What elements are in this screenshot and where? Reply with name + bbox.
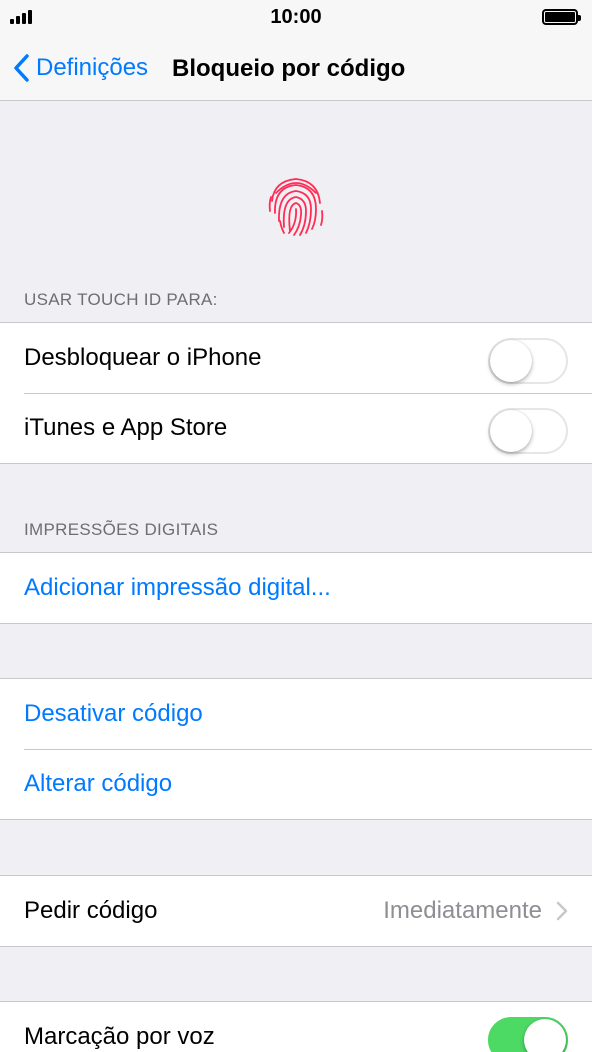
page-title: Bloqueio por código (172, 55, 406, 82)
back-button-label: Definições (36, 54, 149, 81)
require-passcode-label: Pedir código (24, 897, 158, 924)
voice-dial-row: Marcação por voz (0, 1002, 592, 1052)
voice-dial-toggle[interactable] (488, 1017, 568, 1052)
itunes-app-store-toggle[interactable] (488, 408, 568, 454)
add-fingerprint-button[interactable]: Adicionar impressão digital... (0, 553, 592, 623)
fingerprint-icon (268, 178, 324, 236)
navigation-bar: Definições Bloqueio por código (0, 36, 592, 101)
require-passcode-group: Pedir código Imediatamente (0, 875, 592, 947)
itunes-app-store-label: iTunes e App Store (24, 414, 228, 441)
voice-dial-group: Marcação por voz (0, 1001, 592, 1052)
status-time: 10:00 (270, 6, 322, 28)
passcode-group: Desativar código Alterar código (0, 678, 592, 820)
touch-id-group: Desbloquear o iPhone iTunes e App Store (0, 322, 592, 464)
chevron-right-icon (556, 901, 568, 921)
unlock-iphone-toggle[interactable] (488, 338, 568, 384)
change-passcode-button[interactable]: Alterar código (0, 749, 592, 819)
unlock-iphone-row: Desbloquear o iPhone (0, 323, 592, 393)
require-passcode-row[interactable]: Pedir código Imediatamente (0, 876, 592, 946)
section-header-fingerprints: IMPRESSÕES DIGITAIS (24, 520, 219, 539)
disable-passcode-button[interactable]: Desativar código (0, 679, 592, 749)
itunes-app-store-row: iTunes e App Store (0, 393, 592, 463)
voice-dial-label: Marcação por voz (24, 1023, 215, 1050)
battery-icon (542, 9, 581, 25)
fingerprints-group: Adicionar impressão digital... (0, 552, 592, 624)
back-button[interactable]: Definições (12, 50, 148, 86)
section-header-touch-id: USAR TOUCH ID PARA: (24, 290, 218, 309)
require-passcode-value: Imediatamente (383, 897, 542, 924)
status-bar: 10:00 (0, 0, 592, 36)
unlock-iphone-label: Desbloquear o iPhone (24, 344, 262, 371)
chevron-left-icon (14, 54, 29, 82)
